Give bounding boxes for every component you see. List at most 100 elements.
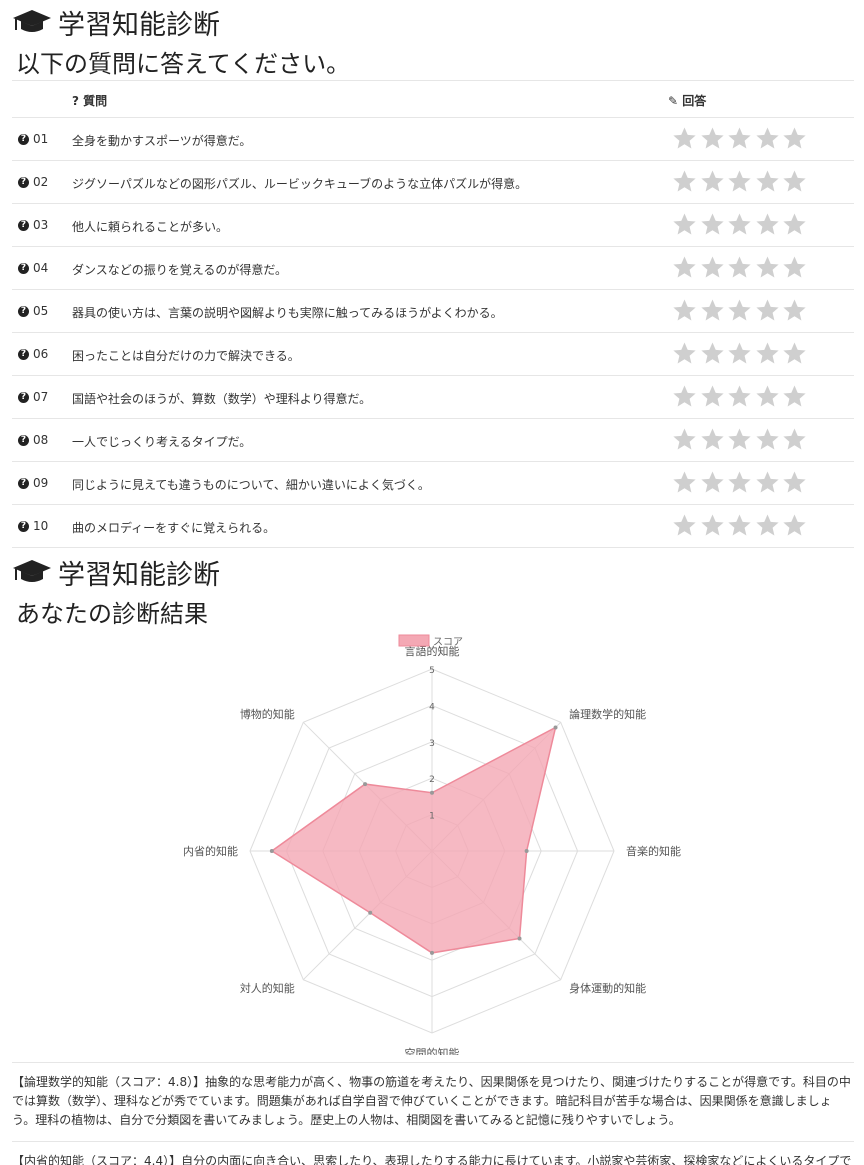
question-number: ? 06 xyxy=(18,347,48,361)
star-rating-icon[interactable] xyxy=(755,427,780,452)
star-rating-icon[interactable] xyxy=(727,212,752,237)
question-number: ? 09 xyxy=(18,476,48,490)
star-rating-icon[interactable] xyxy=(700,513,725,538)
data-point xyxy=(368,910,373,915)
star-rating[interactable] xyxy=(672,427,810,452)
star-rating[interactable] xyxy=(672,470,810,495)
question-circle-icon: ? xyxy=(18,391,29,403)
star-rating-icon[interactable] xyxy=(672,470,697,495)
star-rating-icon[interactable] xyxy=(782,384,807,409)
radar-chart-svg: 12345言語的知能論理数学的知能音楽的知能身体運動的知能空間的知能対人的知能内… xyxy=(183,634,681,1060)
question-number: ? 05 xyxy=(18,304,48,318)
question-circle-icon: ? xyxy=(18,133,29,145)
star-rating-icon[interactable] xyxy=(700,427,725,452)
star-rating-icon[interactable] xyxy=(782,470,807,495)
legend-swatch xyxy=(398,634,430,647)
star-rating-icon[interactable] xyxy=(782,126,807,151)
star-rating-icon[interactable] xyxy=(700,126,725,151)
question-number: ? 01 xyxy=(18,132,48,146)
star-rating-icon[interactable] xyxy=(672,169,697,194)
star-rating[interactable] xyxy=(672,341,810,366)
tick-label: 3 xyxy=(429,739,435,749)
table-row: ? 01 全身を動かすスポーツが得意だ。 xyxy=(12,118,854,161)
star-rating-icon[interactable] xyxy=(782,427,807,452)
star-rating-icon[interactable] xyxy=(727,513,752,538)
star-rating-icon[interactable] xyxy=(727,341,752,366)
star-rating-icon[interactable] xyxy=(782,513,807,538)
axis-label: 論理数学的知能 xyxy=(569,707,646,721)
table-row: ? 10 曲のメロディーをすぐに覚えられる。 xyxy=(12,505,854,548)
star-rating-icon[interactable] xyxy=(727,255,752,280)
question-circle-icon: ? xyxy=(18,520,29,532)
table-row: ? 08 一人でじっくり考えるタイプだ。 xyxy=(12,419,854,462)
question-mark-icon: ? xyxy=(72,94,79,108)
star-rating-icon[interactable] xyxy=(700,169,725,194)
star-rating[interactable] xyxy=(672,169,810,194)
star-rating-icon[interactable] xyxy=(727,470,752,495)
star-rating[interactable] xyxy=(672,212,810,237)
axis-label: 身体運動的知能 xyxy=(569,981,646,995)
star-rating-icon[interactable] xyxy=(755,298,780,323)
table-row: ? 09 同じように見えても違うものについて、細かい違いによく気づく。 xyxy=(12,462,854,505)
star-rating-icon[interactable] xyxy=(782,255,807,280)
axis-label: 音楽的知能 xyxy=(626,844,681,858)
star-rating-icon[interactable] xyxy=(672,298,697,323)
star-rating-icon[interactable] xyxy=(782,212,807,237)
question-number: ? 02 xyxy=(18,175,48,189)
star-rating-icon[interactable] xyxy=(782,341,807,366)
star-rating-icon[interactable] xyxy=(727,126,752,151)
star-rating-icon[interactable] xyxy=(727,384,752,409)
star-rating-icon[interactable] xyxy=(672,212,697,237)
star-rating-icon[interactable] xyxy=(672,513,697,538)
question-text: 一人でじっくり考えるタイプだ。 xyxy=(72,435,252,449)
star-rating-icon[interactable] xyxy=(755,255,780,280)
star-rating-icon[interactable] xyxy=(672,427,697,452)
question-number: ? 07 xyxy=(18,390,48,404)
question-number: ? 04 xyxy=(18,261,48,275)
star-rating-icon[interactable] xyxy=(672,255,697,280)
star-rating-icon[interactable] xyxy=(672,384,697,409)
pencil-icon: ✎ xyxy=(668,94,679,108)
star-rating-icon[interactable] xyxy=(700,384,725,409)
star-rating-icon[interactable] xyxy=(782,298,807,323)
tick-label: 2 xyxy=(429,775,435,785)
question-circle-icon: ? xyxy=(18,305,29,317)
question-circle-icon: ? xyxy=(18,176,29,188)
star-rating-icon[interactable] xyxy=(782,169,807,194)
star-rating[interactable] xyxy=(672,126,810,151)
star-rating-icon[interactable] xyxy=(755,470,780,495)
table-row: ? 04 ダンスなどの振りを覚えるのが得意だ。 xyxy=(12,247,854,290)
star-rating-icon[interactable] xyxy=(700,255,725,280)
star-rating-icon[interactable] xyxy=(672,341,697,366)
data-point xyxy=(553,725,558,730)
star-rating-icon[interactable] xyxy=(727,427,752,452)
star-rating-icon[interactable] xyxy=(755,341,780,366)
star-rating-icon[interactable] xyxy=(727,169,752,194)
table-row: ? 07 国語や社会のほうが、算数（数学）や理科より得意だ。 xyxy=(12,376,854,419)
question-number: ? 08 xyxy=(18,433,48,447)
star-rating[interactable] xyxy=(672,255,810,280)
star-rating[interactable] xyxy=(672,384,810,409)
star-rating-icon[interactable] xyxy=(672,126,697,151)
axis-label: 内省的知能 xyxy=(183,844,238,858)
star-rating-icon[interactable] xyxy=(727,298,752,323)
star-rating-icon[interactable] xyxy=(755,212,780,237)
graduation-cap-icon xyxy=(13,560,51,582)
question-rows: ? 01 全身を動かすスポーツが得意だ。 ? 02 ジグソーパズルなどの図形パズル、ルービ… xyxy=(12,118,854,548)
star-rating-icon[interactable] xyxy=(755,384,780,409)
question-circle-icon: ? xyxy=(18,477,29,489)
star-rating-icon[interactable] xyxy=(700,470,725,495)
star-rating-icon[interactable] xyxy=(700,341,725,366)
star-rating[interactable] xyxy=(672,298,810,323)
star-rating-icon[interactable] xyxy=(755,169,780,194)
axis-label: 空間的知能 xyxy=(405,1046,460,1055)
star-rating-icon[interactable] xyxy=(700,212,725,237)
data-point xyxy=(269,849,274,853)
axis-label: 対人的知能 xyxy=(240,981,295,995)
star-rating-icon[interactable] xyxy=(700,298,725,323)
star-rating-icon[interactable] xyxy=(755,126,780,151)
star-rating[interactable] xyxy=(672,513,810,538)
table-row: ? 02 ジグソーパズルなどの図形パズル、ルービックキューブのような立体パズルが得意… xyxy=(12,161,854,204)
result-text-intrapersonal: 【内省的知能（スコア：4.4）】自分の内面に向き合い、思索したり、表現したりする… xyxy=(12,1141,854,1165)
star-rating-icon[interactable] xyxy=(755,513,780,538)
